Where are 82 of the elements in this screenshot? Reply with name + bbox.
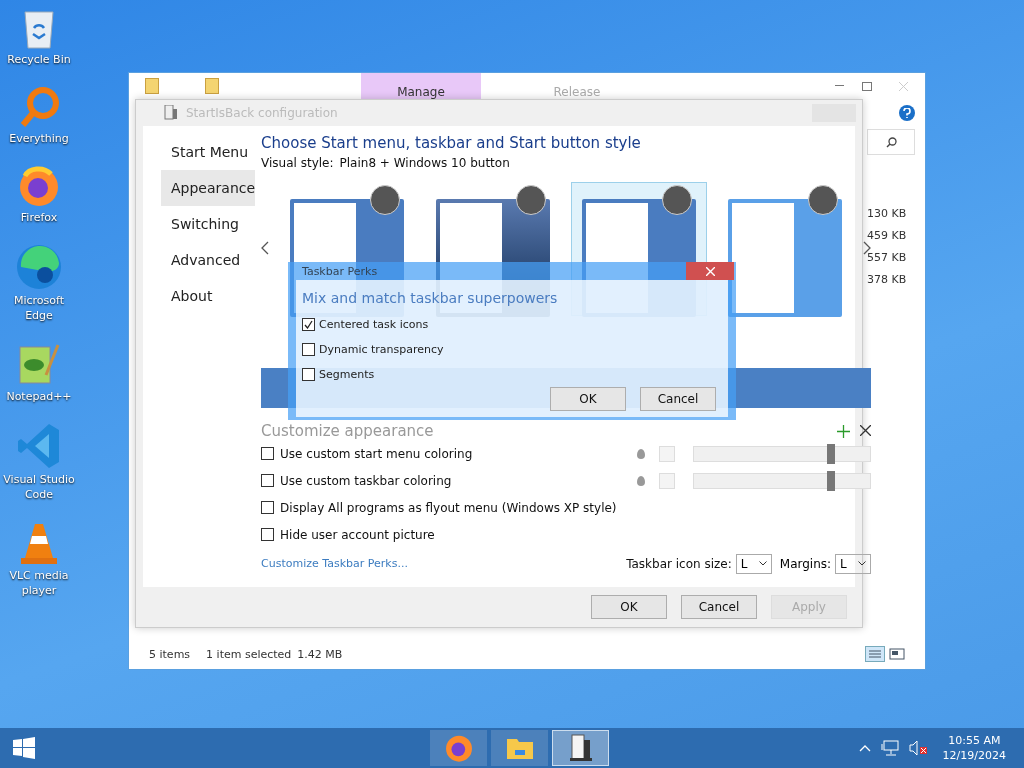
icon-size-label: Taskbar icon size: [626,556,732,571]
app-icon [164,105,178,121]
thumbnail-view-icon[interactable] [889,646,905,662]
margins-select[interactable]: L [835,553,872,574]
page-heading: Choose Start menu, taskbar and Start button style [261,134,642,152]
slider-thumb[interactable] [827,443,836,464]
option-label: Use custom start menu coloring [280,446,473,461]
nav-item[interactable]: Switching [161,206,256,242]
dialog-button[interactable]: OK [550,387,626,411]
file-size: 378 KB [867,273,907,287]
network-icon[interactable] [880,740,899,756]
color-swatch[interactable] [659,445,676,462]
maximize-icon [862,81,872,91]
folder-icon [505,736,534,760]
slider-track[interactable] [693,445,872,462]
visual-style-value: Plain8 + Windows 10 button [339,156,510,170]
clock[interactable]: 10:55 AM 12/19/2024 [936,732,1012,764]
file-size: 557 KB [867,251,907,265]
desktop-icon-label[interactable]: Recycle Bin [1,52,77,67]
option-label: Segments [319,368,375,381]
user-avatar [662,185,693,215]
minimize-icon [834,85,844,87]
checkbox[interactable] [261,528,275,541]
droplet-icon [637,475,646,486]
slider-track[interactable] [693,472,872,489]
checkbox[interactable] [302,368,315,381]
checkbox[interactable] [261,501,275,514]
section-heading: Customize appearance [261,422,434,440]
close-icon[interactable] [860,424,872,436]
search-icon [885,136,897,148]
dialog-heading: Mix and match taskbar superpowers [302,290,559,306]
nav-item[interactable]: Appearance [161,170,256,206]
item-count: 5 items [149,647,191,661]
caret-icon [858,561,867,566]
droplet-icon [637,448,646,459]
close-button[interactable] [686,262,734,280]
dialog-title: Taskbar Perks [302,264,378,278]
dialog-button[interactable]: Cancel [640,387,716,411]
ribbon-tab[interactable]: Manage [361,73,481,99]
close-icon [898,81,908,91]
margins-label: Margins: [779,556,832,571]
code-editor-icon [17,422,61,470]
checkbox[interactable] [302,343,315,356]
selection-size: 1.42 MB [297,647,343,661]
checkbox[interactable] [302,318,315,331]
user-avatar [370,185,401,215]
visual-style-label: Visual style: [261,156,334,170]
volume-muted-icon[interactable] [908,740,927,756]
windows-logo-icon [13,737,35,759]
option-label: Use custom taskbar coloring [280,473,452,488]
user-avatar [808,185,839,215]
option-label: Display All programs as flyout menu (Windows XP style) [280,500,617,515]
firefox-icon [17,164,61,208]
plus-icon[interactable] [837,424,851,438]
help-icon[interactable] [899,105,915,121]
taskbar-app-button[interactable] [552,730,609,766]
icon-size-select[interactable]: L [735,553,772,574]
option-label: Hide user account picture [280,527,435,542]
file-size: 459 KB [867,229,907,243]
checkbox[interactable] [261,474,275,487]
color-swatch[interactable] [659,472,676,489]
chevron-up-icon[interactable] [858,744,871,752]
option-label: Centered task icons [319,318,429,331]
option-label: Dynamic transparency [319,343,444,356]
dialog-button[interactable]: Cancel [681,595,757,619]
customize-link[interactable]: Customize Taskbar Perks... [261,557,408,570]
file-size: 130 KB [867,207,907,221]
search-field[interactable] [867,129,915,155]
selection-info: 1 item selected [206,647,292,661]
dialog-button[interactable]: OK [591,595,667,619]
firefox-icon [443,733,474,763]
checkbox[interactable] [261,447,275,460]
document-tower-icon [567,734,594,762]
check-icon [304,320,313,329]
nav-item[interactable]: About [161,278,256,314]
nav-item[interactable]: Advanced [161,242,256,278]
close-icon [705,266,715,276]
edge-icon [15,243,63,291]
nav-item[interactable]: Start Menu [161,134,256,170]
slider-thumb[interactable] [827,470,836,491]
caret-icon [758,561,767,566]
user-avatar [516,185,547,215]
